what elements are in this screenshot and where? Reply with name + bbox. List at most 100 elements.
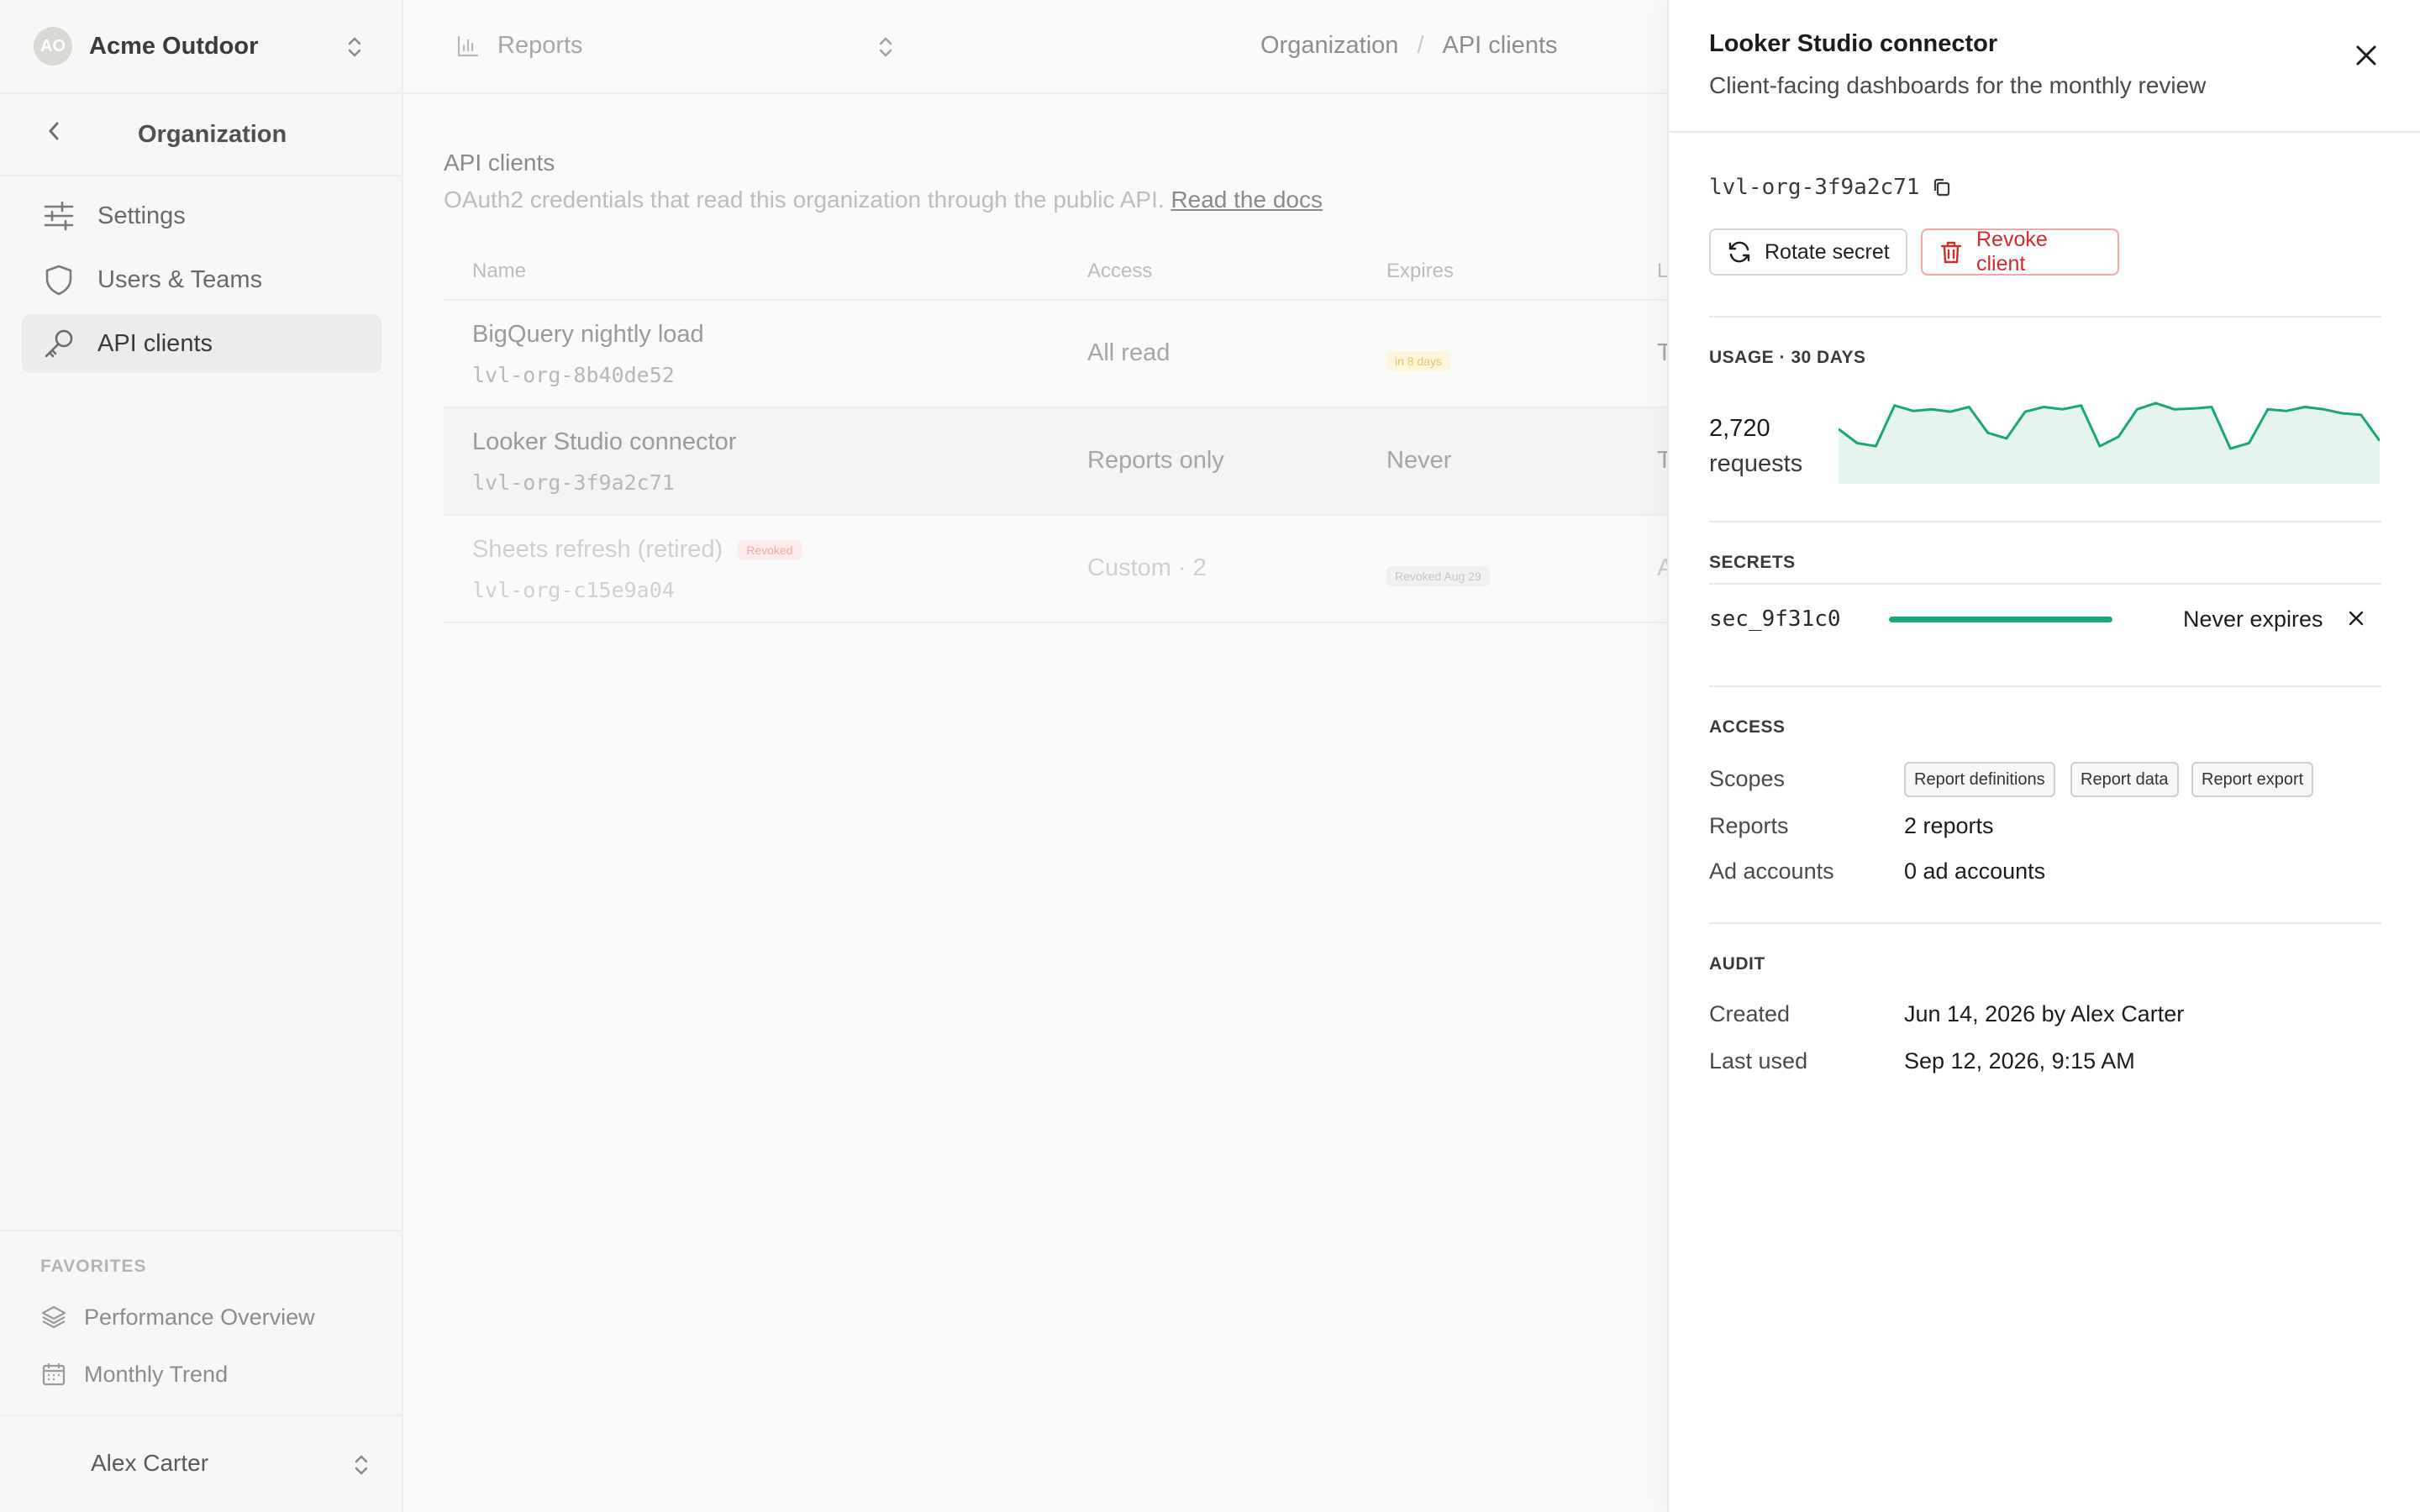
org-avatar: AO bbox=[34, 27, 72, 66]
ad-accounts-value: 0 ad accounts bbox=[1904, 858, 2046, 884]
sparkline-point bbox=[1894, 405, 1896, 407]
scope-tag: Report export bbox=[2191, 762, 2314, 797]
sparkline-point bbox=[2136, 408, 2138, 410]
client-id: lvl-org-c15e9a04 bbox=[472, 578, 675, 602]
copy-icon[interactable] bbox=[1931, 176, 1953, 198]
user-name: Alex Carter bbox=[91, 1450, 209, 1476]
sliders-icon bbox=[40, 197, 77, 234]
sparkline-point bbox=[2118, 436, 2119, 438]
sidebar-item-settings[interactable]: Settings bbox=[22, 186, 381, 245]
secrets-heading: SECRETS bbox=[1709, 553, 1796, 572]
breadcrumb-item[interactable]: Organization bbox=[1260, 32, 1398, 59]
docs-link[interactable]: Read the docs bbox=[1171, 186, 1323, 213]
client-expires: Never bbox=[1386, 447, 1452, 474]
secret-lifetime-bar bbox=[1889, 617, 2112, 622]
usage-unit: requests bbox=[1709, 450, 1803, 477]
sparkline-point bbox=[2155, 402, 2157, 404]
sparkline-point bbox=[2267, 408, 2269, 410]
user-menu[interactable]: Alex Carter bbox=[0, 1415, 402, 1512]
sidebar-item-api-clients[interactable]: API clients bbox=[22, 314, 381, 373]
favorite-label: Performance Overview bbox=[84, 1304, 315, 1330]
bar-chart-icon bbox=[455, 34, 481, 59]
expires-badge: in 8 days bbox=[1386, 344, 1451, 372]
back-chevron-icon[interactable] bbox=[44, 118, 64, 151]
sparkline-area bbox=[1839, 402, 2380, 484]
secret-row: sec_9f31c0 Never expires bbox=[1709, 583, 2381, 650]
shield-icon bbox=[40, 261, 77, 298]
expires-badge-text: Revoked Aug 29 bbox=[1386, 566, 1490, 586]
page-subtitle-text: OAuth2 credentials that read this organi… bbox=[444, 186, 1165, 213]
last-used-label: Last used bbox=[1709, 1048, 1808, 1074]
divider bbox=[1709, 316, 2381, 318]
audit-heading: AUDIT bbox=[1709, 954, 1765, 974]
rotate-secret-button[interactable]: Rotate secret bbox=[1709, 228, 1907, 276]
drawer-header: Looker Studio connector Client-facing da… bbox=[1669, 0, 2420, 133]
created-label: Created bbox=[1709, 1001, 1791, 1026]
client-name: Sheets refresh (retired) bbox=[472, 536, 723, 563]
delete-secret-icon[interactable] bbox=[2341, 603, 2371, 633]
client-name: BigQuery nightly load bbox=[472, 321, 704, 348]
client-id-text: lvl-org-3f9a2c71 bbox=[1709, 175, 1920, 200]
page-title: API clients bbox=[444, 150, 555, 176]
sparkline-point bbox=[2342, 412, 2344, 414]
sidebar-item-label: Settings bbox=[97, 202, 186, 229]
expires-badge: Revoked Aug 29 bbox=[1386, 559, 1490, 587]
table-header: Name Access Expires L bbox=[444, 244, 1788, 301]
sparkline-point bbox=[2192, 407, 2194, 409]
scopes-label: Scopes bbox=[1709, 766, 1786, 791]
column-header-access: Access bbox=[1087, 260, 1153, 282]
divider bbox=[1709, 521, 2381, 522]
client-id: lvl-org-3f9a2c71 bbox=[472, 470, 675, 495]
client-id: lvl-org-8b40de52 bbox=[472, 363, 675, 387]
api-clients-table: Name Access Expires L BigQuery nightly l… bbox=[444, 244, 1788, 623]
page-subtitle: OAuth2 credentials that read this organi… bbox=[444, 186, 1323, 213]
favorite-item-monthly-trend[interactable]: Monthly Trend bbox=[39, 1359, 228, 1389]
favorites-section: FAVORITES Performance Overview Monthly T… bbox=[0, 1230, 402, 1415]
client-detail-drawer: Looker Studio connector Client-facing da… bbox=[1667, 0, 2420, 1512]
reports-label: Reports bbox=[1709, 813, 1789, 838]
scope-tag: Report data bbox=[2070, 762, 2179, 797]
usage-sparkline bbox=[1839, 402, 2380, 484]
trash-icon bbox=[1938, 239, 1965, 265]
usage-heading: USAGE · 30 DAYS bbox=[1709, 348, 1866, 367]
report-selector-label: Reports bbox=[497, 32, 583, 59]
org-switcher[interactable]: AO Acme Outdoor bbox=[0, 0, 402, 94]
client-name: Looker Studio connector bbox=[472, 428, 737, 455]
scope-tag: Report definitions bbox=[1904, 762, 2055, 797]
table-row[interactable]: BigQuery nightly load lvl-org-8b40de52 A… bbox=[444, 301, 1788, 408]
revoked-badge: Revoked bbox=[738, 540, 802, 561]
refresh-icon bbox=[1726, 239, 1753, 265]
org-name: Acme Outdoor bbox=[89, 32, 259, 60]
favorite-item-performance-overview[interactable]: Performance Overview bbox=[39, 1302, 315, 1332]
sparkline-point bbox=[1856, 442, 1858, 444]
drawer-title: Looker Studio connector bbox=[1709, 30, 1998, 57]
secret-id: sec_9f31c0 bbox=[1709, 606, 1841, 632]
client-access: Custom · 2 bbox=[1087, 554, 1207, 581]
sparkline-point bbox=[2360, 414, 2362, 416]
last-used-value: Sep 12, 2026, 9:15 AM bbox=[1904, 1048, 2135, 1074]
ad-accounts-label: Ad accounts bbox=[1709, 858, 1834, 884]
column-header-name: Name bbox=[472, 260, 527, 282]
sparkline-point bbox=[1912, 410, 1914, 412]
client-name-cell: Sheets refresh (retired) Revoked bbox=[472, 536, 802, 564]
layers-icon bbox=[39, 1302, 69, 1332]
breadcrumb-item: API clients bbox=[1442, 32, 1558, 59]
chevron-updown-icon bbox=[345, 34, 365, 64]
sparkline-point bbox=[2099, 445, 2101, 447]
created-value: Jun 14, 2026 by Alex Carter bbox=[1904, 1001, 2185, 1026]
sparkline-point bbox=[2323, 408, 2324, 410]
favorites-heading: FAVORITES bbox=[40, 1257, 147, 1276]
divider bbox=[1709, 922, 2381, 924]
sidebar-item-label: Users & Teams bbox=[97, 265, 263, 293]
expires-badge-text: in 8 days bbox=[1386, 351, 1451, 371]
report-selector[interactable]: Reports bbox=[455, 32, 583, 60]
sidebar-item-users-teams[interactable]: Users & Teams bbox=[22, 250, 381, 309]
section-header: Organization bbox=[0, 94, 402, 176]
secret-expiry: Never expires bbox=[2183, 606, 2323, 632]
revoke-client-button[interactable]: Revoke client bbox=[1921, 228, 2119, 276]
table-row[interactable]: Sheets refresh (retired) Revoked lvl-org… bbox=[444, 516, 1788, 623]
access-heading: ACCESS bbox=[1709, 717, 1786, 737]
table-row-selected[interactable]: Looker Studio connector lvl-org-3f9a2c71… bbox=[444, 408, 1788, 516]
sidebar: AO Acme Outdoor Organization Settings Us… bbox=[0, 0, 403, 1512]
close-icon[interactable] bbox=[2348, 37, 2385, 74]
